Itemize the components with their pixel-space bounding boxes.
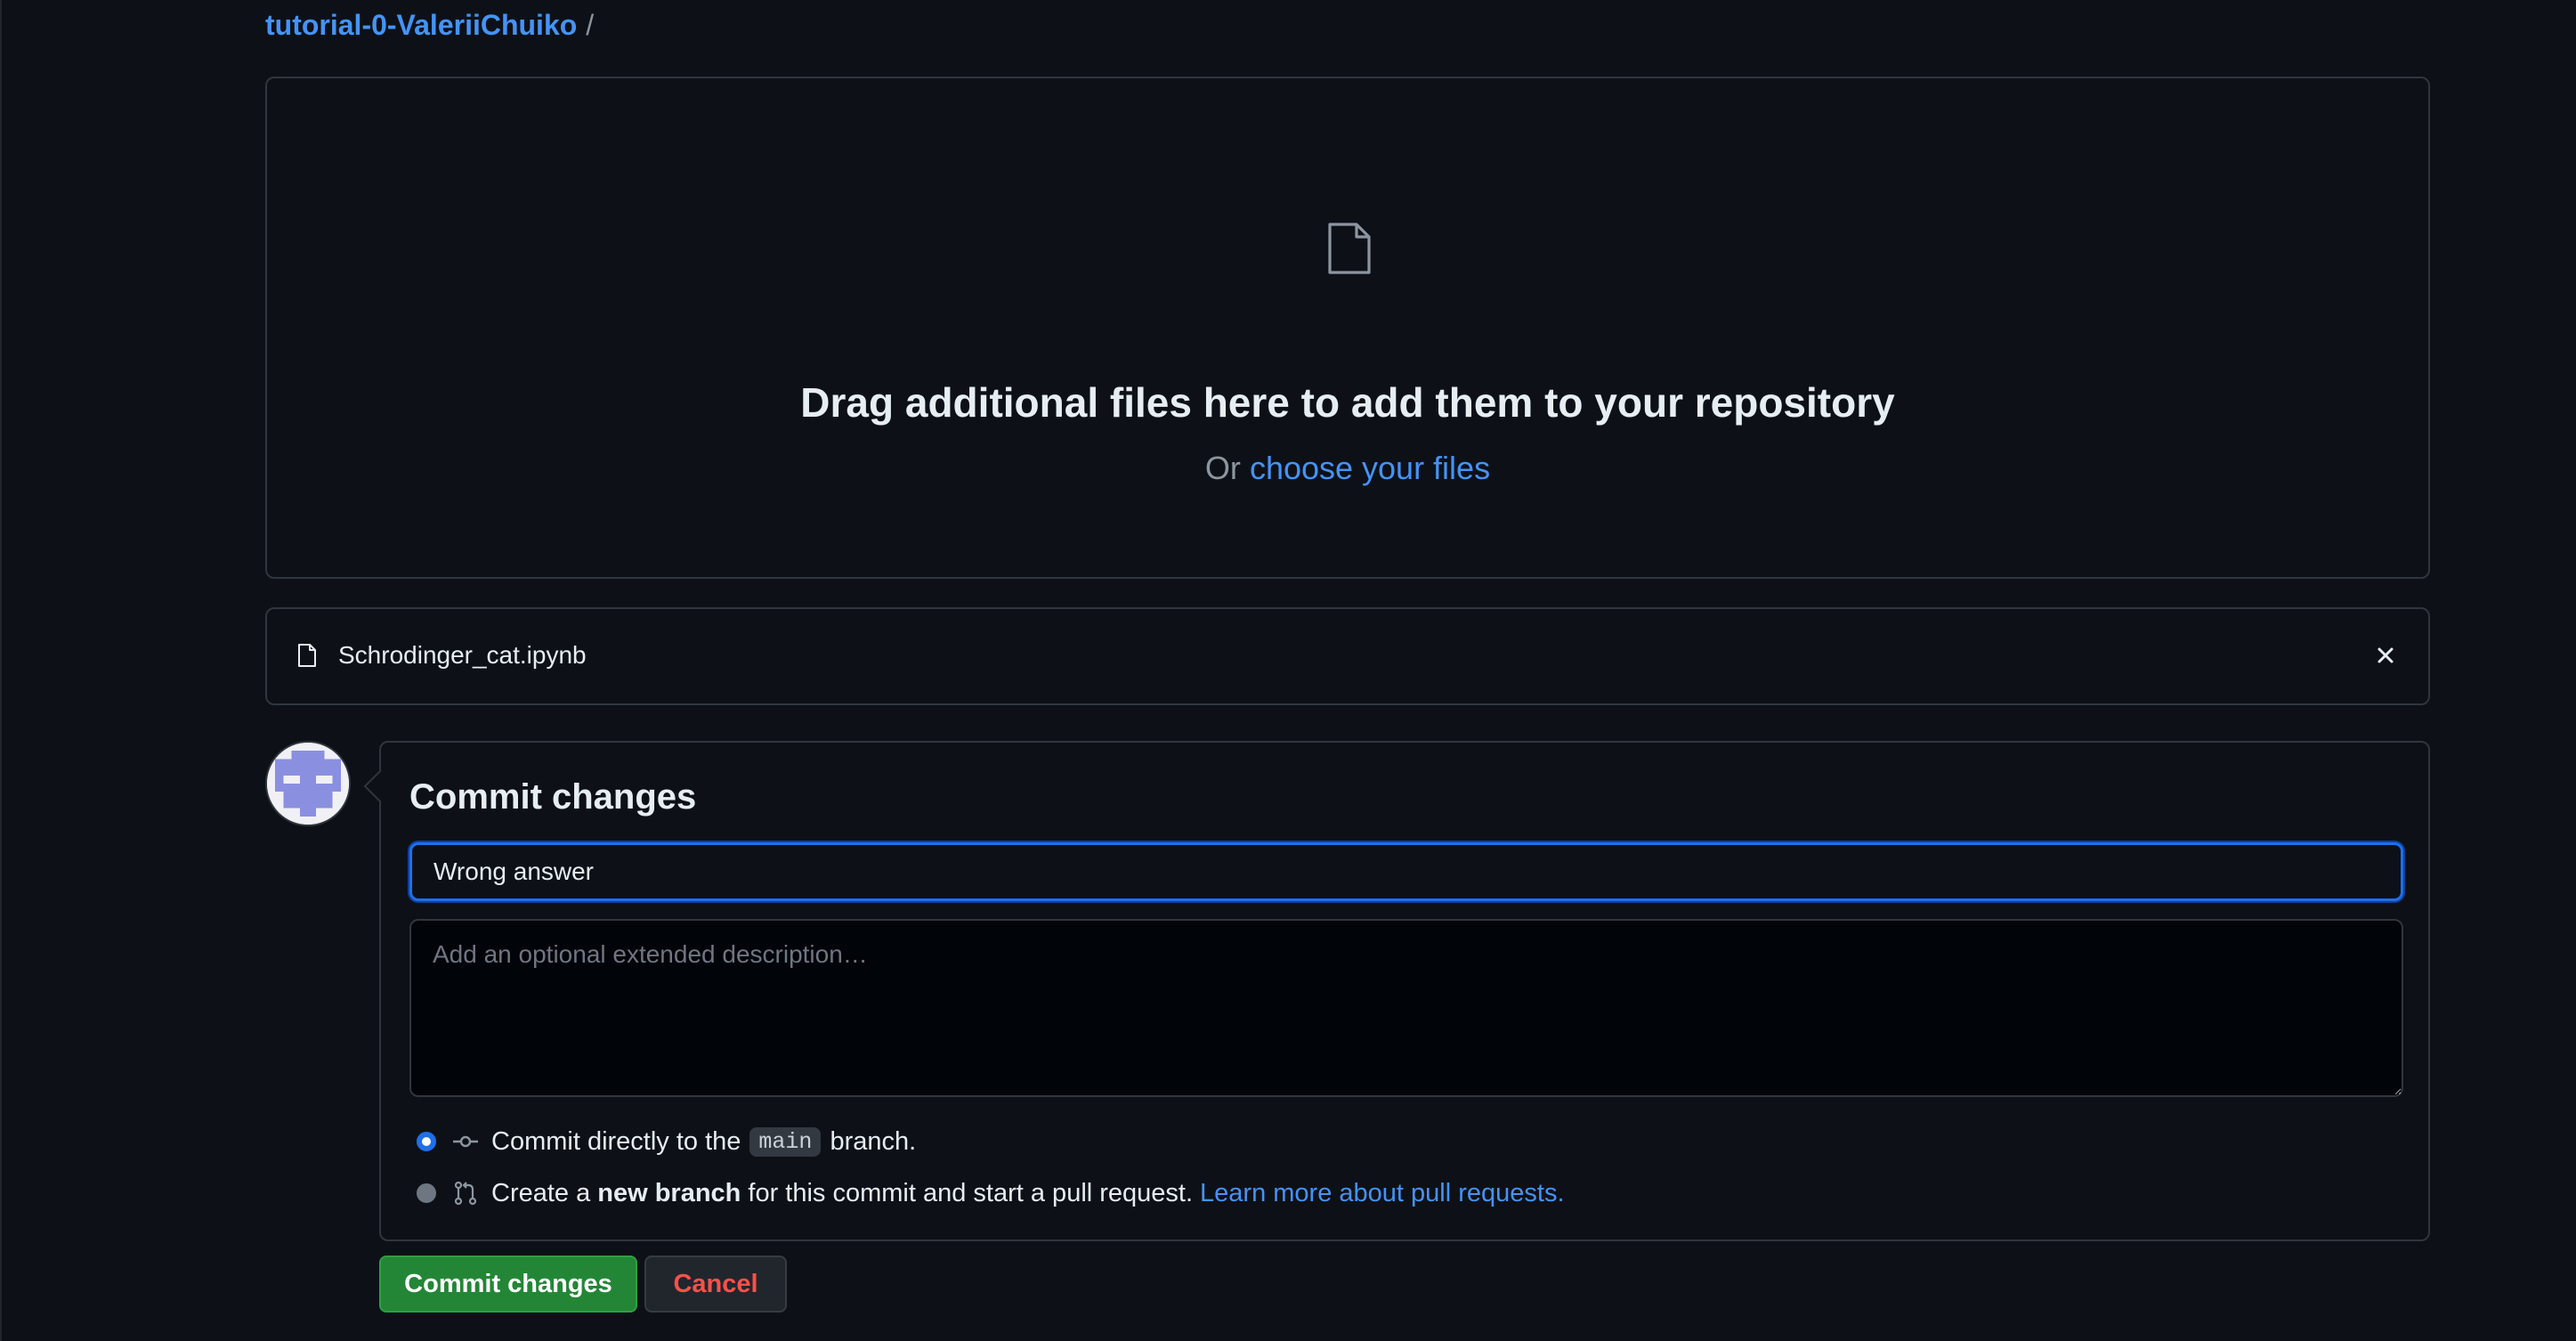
- commit-summary-input[interactable]: [409, 842, 2403, 901]
- file-dropzone[interactable]: Drag additional files here to add them t…: [265, 77, 2430, 579]
- upload-page: tutorial-0-ValeriiChuiko / Drag addition…: [0, 0, 2576, 1341]
- breadcrumb-repo-link[interactable]: tutorial-0-ValeriiChuiko: [265, 9, 577, 42]
- file-icon: [1328, 223, 1371, 274]
- commit-description-input[interactable]: [409, 919, 2403, 1097]
- learn-more-pull-requests-link[interactable]: Learn more about pull requests.: [1200, 1179, 1564, 1208]
- uploaded-file-row: Schrodinger_cat.ipynb: [265, 607, 2430, 705]
- commit-direct-option[interactable]: Commit directly to the main branch.: [417, 1124, 916, 1159]
- commit-changes-button[interactable]: Commit changes: [379, 1256, 637, 1313]
- git-pull-request-icon: [454, 1181, 477, 1206]
- dropzone-or-text: Or: [1204, 450, 1241, 486]
- new-branch-label-bold: new branch: [597, 1178, 741, 1207]
- new-branch-option[interactable]: Create a new branch for this commit and …: [417, 1175, 1565, 1211]
- branch-name-chip: main: [749, 1126, 822, 1157]
- new-branch-radio[interactable]: [417, 1183, 436, 1203]
- commit-form-title: Commit changes: [409, 777, 697, 817]
- commit-direct-radio[interactable]: [417, 1132, 436, 1151]
- choose-files-link[interactable]: choose your files: [1250, 450, 1490, 486]
- close-icon[interactable]: [2373, 643, 2398, 668]
- dropzone-title: Drag additional files here to add them t…: [800, 379, 1895, 426]
- commit-form: Commit changes Commit directly to the ma…: [379, 741, 2430, 1241]
- avatar[interactable]: [265, 741, 351, 826]
- commit-direct-label-end: branch.: [830, 1126, 917, 1156]
- new-branch-label-start: Create a: [491, 1178, 591, 1207]
- commit-direct-label: Commit directly to the: [491, 1126, 741, 1156]
- identicon-icon: [267, 743, 349, 825]
- file-icon: [298, 644, 316, 667]
- git-commit-icon: [453, 1135, 478, 1148]
- cancel-button[interactable]: Cancel: [644, 1256, 787, 1313]
- dropzone-subtitle: Or choose your files: [267, 449, 2428, 488]
- breadcrumb: tutorial-0-ValeriiChuiko /: [265, 5, 594, 45]
- breadcrumb-separator: /: [586, 8, 595, 41]
- new-branch-label-end: for this commit and start a pull request…: [748, 1178, 1194, 1207]
- uploaded-file-name: Schrodinger_cat.ipynb: [338, 641, 587, 669]
